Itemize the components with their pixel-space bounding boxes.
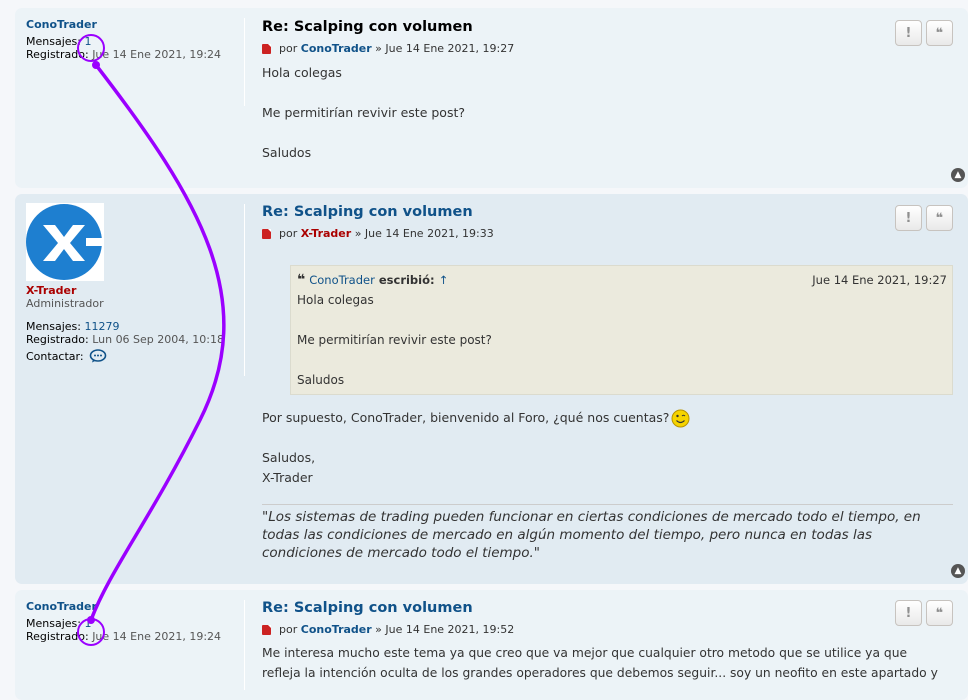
- post-title[interactable]: Re: Scalping con volumen: [262, 203, 953, 221]
- quote-line: Hola colegas: [297, 293, 374, 307]
- mensajes-label: Mensajes:: [26, 617, 81, 630]
- post-3-profile: ConoTrader Mensajes: 1 Registrado: Jue 1…: [26, 600, 244, 643]
- author-link[interactable]: ConoTrader: [301, 623, 372, 637]
- avatar-logo: [26, 203, 104, 281]
- mensajes-count[interactable]: 1: [84, 617, 91, 630]
- post-icon[interactable]: [262, 44, 271, 54]
- post-date: » Jue 14 Ene 2021, 19:52: [375, 623, 515, 636]
- back-to-top-icon[interactable]: ▲: [951, 168, 965, 182]
- post-3-body: Re: Scalping con volumen por ConoTrader …: [262, 599, 953, 683]
- post-3: ConoTrader Mensajes: 1 Registrado: Jue 1…: [15, 590, 968, 700]
- report-button[interactable]: !: [895, 20, 922, 46]
- contactar-label: Contactar:: [26, 349, 84, 363]
- post-1-author[interactable]: ConoTrader: [26, 18, 97, 31]
- post-content: Me interesa mucho este tema ya que creo …: [262, 643, 953, 683]
- post-line: Saludos: [262, 145, 312, 160]
- quote-button[interactable]: ❝: [926, 600, 953, 626]
- post-title[interactable]: Re: Scalping con volumen: [262, 18, 953, 36]
- quote-icon: ❝: [297, 272, 306, 288]
- post-2-author[interactable]: X-Trader: [26, 284, 76, 297]
- avatar[interactable]: [26, 203, 104, 281]
- post-title[interactable]: Re: Scalping con volumen: [262, 599, 953, 617]
- report-icon: !: [905, 210, 912, 226]
- post-icon[interactable]: [262, 625, 271, 635]
- quote-icon: ❝: [935, 25, 944, 41]
- post-1-body: Re: Scalping con volumen por ConoTrader …: [262, 18, 953, 163]
- post-content: Por supuesto, ConoTrader, bienvenido al …: [262, 408, 953, 488]
- post-line: refleja la intención oculta de los grand…: [262, 666, 938, 680]
- quote-button[interactable]: ❝: [926, 20, 953, 46]
- quote-block: ❝ ConoTrader escribió: ↑ Jue 14 Ene 2021…: [290, 265, 953, 395]
- registrado-label: Registrado:: [26, 48, 89, 61]
- mensajes-count[interactable]: 11279: [84, 320, 119, 333]
- quote-date: Jue 14 Ene 2021, 19:27: [812, 273, 947, 287]
- quote-line: Me permitirían revivir este post?: [297, 333, 492, 347]
- post-1-profile: ConoTrader Mensajes: 1 Registrado: Jue 1…: [26, 18, 244, 61]
- profile-divider: [244, 204, 245, 376]
- closing-line: X-Trader: [262, 470, 313, 485]
- post-author-line: por ConoTrader » Jue 14 Ene 2021, 19:27: [262, 42, 953, 56]
- post-line: Hola colegas: [262, 65, 342, 80]
- quote-cite: ❝ ConoTrader escribió: ↑: [297, 270, 448, 290]
- quote-line: Saludos: [297, 373, 345, 387]
- quote-icon: ❝: [935, 605, 944, 621]
- post-buttons: ! ❝: [895, 600, 953, 626]
- author-link[interactable]: X-Trader: [301, 227, 351, 241]
- post-2-profile: X-Trader Administrador Mensajes: 11279 R…: [26, 194, 244, 363]
- report-icon: !: [905, 605, 912, 621]
- por-label: por: [279, 623, 298, 636]
- post-buttons: ! ❝: [895, 205, 953, 231]
- post-icon[interactable]: [262, 229, 271, 239]
- post-author-line: por X-Trader » Jue 14 Ene 2021, 19:33: [262, 227, 953, 241]
- registrado-date: Jue 14 Ene 2021, 19:24: [92, 630, 222, 643]
- profile-divider: [244, 600, 245, 690]
- closing-line: Saludos,: [262, 450, 316, 465]
- speech-bubble-icon[interactable]: [89, 349, 107, 363]
- post-content: Hola colegas Me permitirían revivir este…: [262, 63, 953, 163]
- post-3-author[interactable]: ConoTrader: [26, 600, 97, 613]
- report-button[interactable]: !: [895, 205, 922, 231]
- quote-jump-link[interactable]: ↑: [439, 273, 449, 287]
- post-buttons: ! ❝: [895, 20, 953, 46]
- post-2-body: Re: Scalping con volumen por X-Trader » …: [262, 203, 953, 562]
- report-icon: !: [905, 25, 912, 41]
- post-line: Me interesa mucho este tema ya que creo …: [262, 646, 908, 660]
- por-label: por: [279, 42, 298, 55]
- quote-user[interactable]: ConoTrader: [309, 273, 375, 287]
- registrado-date: Jue 14 Ene 2021, 19:24: [92, 48, 222, 61]
- mensajes-label: Mensajes:: [26, 320, 81, 333]
- signature: "Los sistemas de trading pueden funciona…: [262, 504, 953, 562]
- smiley-icon: [671, 409, 690, 427]
- post-line: Me permitirían revivir este post?: [262, 105, 465, 120]
- registrado-date: Lun 06 Sep 2004, 10:18: [92, 333, 224, 346]
- mensajes-label: Mensajes:: [26, 35, 81, 48]
- quote-button[interactable]: ❝: [926, 205, 953, 231]
- mensajes-count[interactable]: 1: [84, 35, 91, 48]
- registrado-label: Registrado:: [26, 333, 89, 346]
- author-link[interactable]: ConoTrader: [301, 42, 372, 56]
- quote-header: ❝ ConoTrader escribió: ↑ Jue 14 Ene 2021…: [297, 270, 947, 290]
- post-1: ConoTrader Mensajes: 1 Registrado: Jue 1…: [15, 8, 968, 188]
- user-rank: Administrador: [26, 297, 104, 310]
- quote-wrote: escribió:: [378, 273, 435, 287]
- registrado-label: Registrado:: [26, 630, 89, 643]
- post-2: X-Trader Administrador Mensajes: 11279 R…: [15, 194, 968, 584]
- reply-text: Por supuesto, ConoTrader, bienvenido al …: [262, 410, 670, 425]
- post-author-line: por ConoTrader » Jue 14 Ene 2021, 19:52: [262, 623, 953, 637]
- post-date: » Jue 14 Ene 2021, 19:33: [354, 227, 494, 240]
- report-button[interactable]: !: [895, 600, 922, 626]
- quote-icon: ❝: [935, 210, 944, 226]
- back-to-top-icon[interactable]: ▲: [951, 564, 965, 578]
- post-date: » Jue 14 Ene 2021, 19:27: [375, 42, 515, 55]
- profile-divider: [244, 18, 245, 106]
- por-label: por: [279, 227, 298, 240]
